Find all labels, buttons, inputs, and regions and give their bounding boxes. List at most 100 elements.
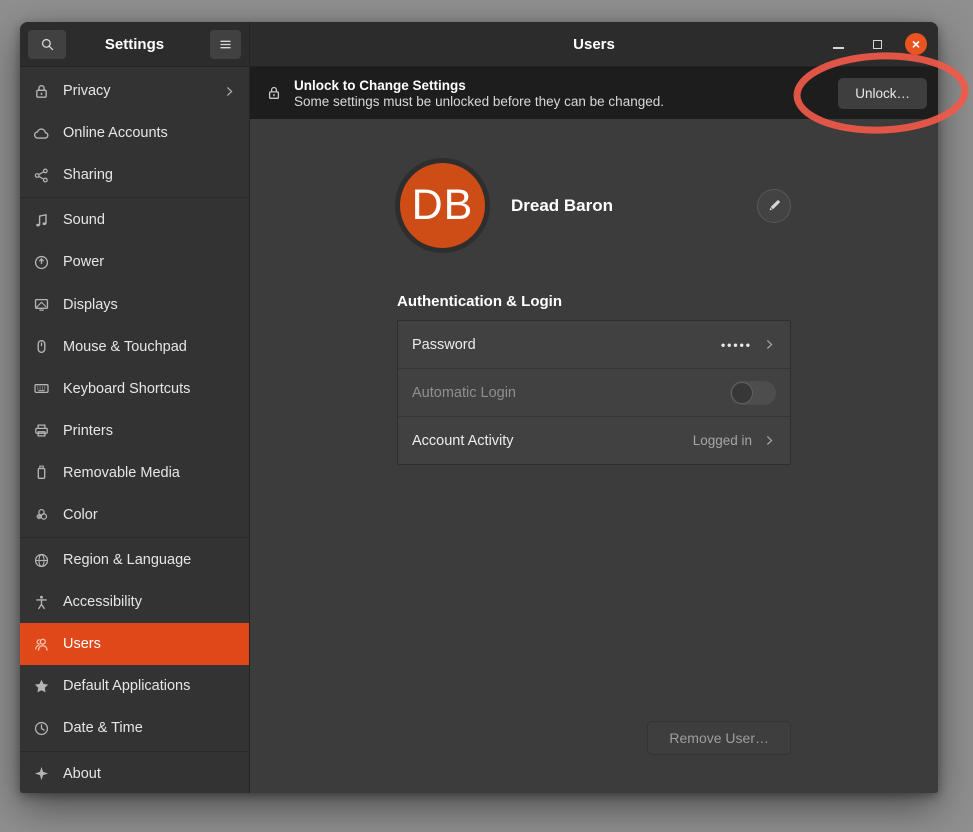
automatic-login-toggle[interactable] xyxy=(730,381,776,405)
row-label: Password xyxy=(412,337,476,353)
globe-icon xyxy=(33,552,50,569)
sidebar-item-color[interactable]: Color xyxy=(20,494,249,536)
avatar: DB xyxy=(400,163,485,248)
sidebar-item-accessibility[interactable]: Accessibility xyxy=(20,581,249,623)
sidebar-separator xyxy=(20,197,249,198)
banner-subtitle: Some settings must be unlocked before th… xyxy=(294,94,664,109)
sidebar-item-sound[interactable]: Sound xyxy=(20,199,249,241)
menu-icon xyxy=(218,37,233,52)
sidebar-item-label: Accessibility xyxy=(63,594,142,610)
row-label: Account Activity xyxy=(412,433,514,449)
remove-user-button[interactable]: Remove User… xyxy=(647,721,791,755)
share-icon xyxy=(33,167,50,184)
mouse-icon xyxy=(33,338,50,355)
sidebar-item-date-time[interactable]: Date & Time xyxy=(20,707,249,749)
sidebar-item-label: Date & Time xyxy=(63,720,143,736)
sidebar-item-privacy[interactable]: Privacy xyxy=(20,70,249,112)
sidebar-item-label: Users xyxy=(63,636,101,652)
sidebar-item-mouse-touchpad[interactable]: Mouse & Touchpad xyxy=(20,326,249,368)
chevron-right-icon xyxy=(763,434,776,447)
sidebar-item-label: Color xyxy=(63,507,98,523)
sidebar-item-removable-media[interactable]: Removable Media xyxy=(20,452,249,494)
close-button[interactable]: × xyxy=(905,33,927,55)
color-icon xyxy=(33,506,50,523)
unlock-button[interactable]: Unlock… xyxy=(838,78,927,109)
content-pane: Users × Unlock to Change Settings Some s… xyxy=(250,22,938,793)
printer-icon xyxy=(33,422,50,439)
display-icon xyxy=(33,296,50,313)
menu-button[interactable] xyxy=(210,30,241,59)
maximize-icon xyxy=(873,40,882,49)
auth-card: Password ••••• Automatic Login Account Acti… xyxy=(397,320,791,465)
sidebar-header: Settings xyxy=(20,22,249,67)
row-value: ••••• xyxy=(721,338,752,352)
sidebar-item-label: Sound xyxy=(63,212,105,228)
settings-row-automatic-login[interactable]: Automatic Login xyxy=(398,368,790,416)
banner-text: Unlock to Change Settings Some settings … xyxy=(294,78,664,109)
row-label: Automatic Login xyxy=(412,385,516,401)
lock-icon xyxy=(266,85,282,101)
main-column: DB Dread Baron Authentication & Login Pa… xyxy=(397,119,791,793)
sidebar-item-region-language[interactable]: Region & Language xyxy=(20,539,249,581)
power-icon xyxy=(33,254,50,271)
lock-icon xyxy=(33,83,50,100)
avatar-initials: DB xyxy=(412,181,474,230)
sidebar-item-printers[interactable]: Printers xyxy=(20,410,249,452)
maximize-button[interactable] xyxy=(866,33,888,55)
star-icon xyxy=(33,678,50,695)
unlock-banner: Unlock to Change Settings Some settings … xyxy=(250,67,938,119)
accessibility-icon xyxy=(33,594,50,611)
pencil-icon xyxy=(767,198,782,213)
chevron-right-icon xyxy=(763,338,776,351)
settings-window: Settings Privacy Online Accounts Sharing So… xyxy=(20,22,938,793)
sidebar-item-online-accounts[interactable]: Online Accounts xyxy=(20,112,249,154)
sidebar-item-users[interactable]: Users xyxy=(20,623,249,665)
sidebar-separator xyxy=(20,537,249,538)
removable-media-icon xyxy=(33,464,50,481)
sidebar-item-label: Privacy xyxy=(63,83,111,99)
profile-row: DB Dread Baron xyxy=(397,163,791,248)
clock-icon xyxy=(33,720,50,737)
sound-icon xyxy=(33,212,50,229)
sidebar-item-sharing[interactable]: Sharing xyxy=(20,154,249,196)
sidebar-item-label: Region & Language xyxy=(63,552,191,568)
sidebar-item-label: About xyxy=(63,766,101,782)
sidebar-separator xyxy=(20,751,249,752)
banner-title: Unlock to Change Settings xyxy=(294,78,664,93)
minimize-icon xyxy=(833,47,844,49)
sidebar-item-label: Online Accounts xyxy=(63,125,168,141)
row-value: Logged in xyxy=(693,433,752,448)
sidebar-item-about[interactable]: About xyxy=(20,753,249,794)
page-title: Users xyxy=(573,36,615,53)
sparkle-icon xyxy=(33,765,50,782)
window-controls: × xyxy=(827,22,927,66)
settings-row-password[interactable]: Password ••••• xyxy=(398,321,790,368)
settings-row-account-activity[interactable]: Account Activity Logged in xyxy=(398,416,790,464)
cloud-icon xyxy=(33,125,50,142)
auth-section-heading: Authentication & Login xyxy=(397,293,791,310)
search-button[interactable] xyxy=(28,30,66,59)
sidebar-item-power[interactable]: Power xyxy=(20,241,249,283)
sidebar-item-label: Displays xyxy=(63,297,118,313)
users-icon xyxy=(33,636,50,653)
sidebar-item-default-applications[interactable]: Default Applications xyxy=(20,665,249,707)
sidebar-item-label: Power xyxy=(63,254,104,270)
sidebar-item-label: Removable Media xyxy=(63,465,180,481)
edit-name-button[interactable] xyxy=(757,189,791,223)
keyboard-icon xyxy=(33,380,50,397)
minimize-button[interactable] xyxy=(827,33,849,55)
close-icon: × xyxy=(912,37,920,51)
titlebar: Users × xyxy=(250,22,938,67)
sidebar: Settings Privacy Online Accounts Sharing So… xyxy=(20,22,250,793)
sidebar-item-label: Sharing xyxy=(63,167,113,183)
sidebar-item-label: Default Applications xyxy=(63,678,190,694)
sidebar-nav: Privacy Online Accounts Sharing Sound Power D… xyxy=(20,67,249,793)
user-name: Dread Baron xyxy=(511,196,613,216)
sidebar-item-label: Keyboard Shortcuts xyxy=(63,381,190,397)
sidebar-item-label: Printers xyxy=(63,423,113,439)
sidebar-item-keyboard-shortcuts[interactable]: Keyboard Shortcuts xyxy=(20,368,249,410)
sidebar-item-displays[interactable]: Displays xyxy=(20,283,249,325)
chevron-right-icon xyxy=(223,85,236,98)
sidebar-item-label: Mouse & Touchpad xyxy=(63,339,187,355)
search-icon xyxy=(40,37,55,52)
